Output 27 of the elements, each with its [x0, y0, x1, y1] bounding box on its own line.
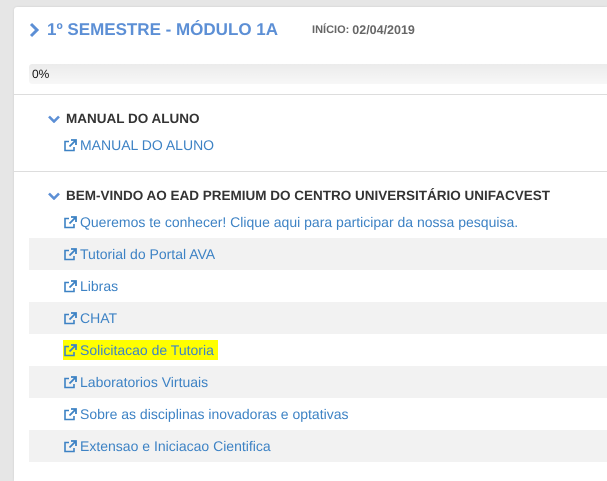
external-link-icon — [63, 312, 77, 324]
resource-link[interactable]: Extensao e Iniciacao Cientifica — [63, 438, 271, 454]
start-label: INÍCIO: — [312, 24, 350, 36]
external-link-icon — [63, 376, 77, 388]
external-link-icon — [63, 216, 77, 228]
external-link-icon — [63, 280, 77, 292]
external-link-icon — [63, 408, 77, 420]
resource-link[interactable]: CHAT — [63, 310, 118, 326]
resource-link[interactable]: Solicitacao de Tutoria — [63, 340, 218, 360]
chevron-right-icon[interactable] — [29, 22, 39, 38]
external-link-icon — [63, 440, 77, 452]
resource-link[interactable]: Queremos te conhecer! Clique aqui para participar da nossa pesquisa. — [63, 214, 518, 230]
progress-reading: 0% — [31, 67, 50, 81]
external-link-icon — [63, 248, 77, 260]
resource-link[interactable]: Sobre as disciplinas inovadoras e optativas — [63, 406, 348, 422]
section-title: BEM-VINDO AO EAD PREMIUM DO CENTRO UNIVERSITÁRIO UNIFACVEST — [66, 188, 550, 203]
resource-link[interactable]: Laboratorios Virtuais — [63, 374, 208, 390]
external-link-icon — [63, 138, 77, 152]
chevron-down-icon[interactable] — [48, 114, 60, 122]
resource-link[interactable]: Libras — [63, 278, 118, 294]
chevron-down-icon[interactable] — [48, 192, 60, 200]
start-date: 02/04/2019 — [352, 23, 415, 37]
external-link-icon — [63, 344, 77, 356]
section-title: MANUAL DO ALUNO — [66, 111, 200, 126]
resource-link[interactable]: MANUAL DO ALUNO — [63, 137, 214, 153]
resource-link[interactable]: Tutorial do Portal AVA — [63, 246, 216, 262]
course-title: 1º SEMESTRE - MÓDULO 1A — [47, 20, 278, 40]
